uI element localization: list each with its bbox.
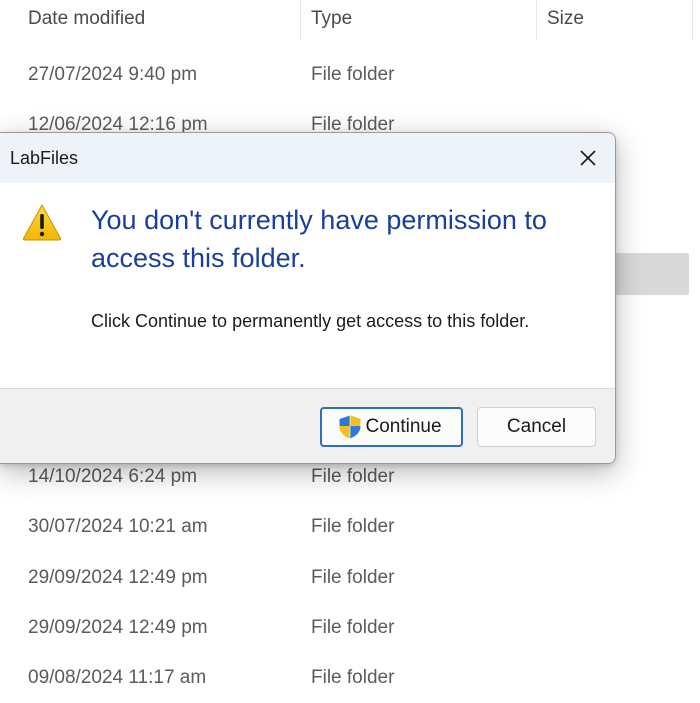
file-row[interactable]: 30/07/2024 10:21 am File folder	[0, 502, 700, 552]
dialog-title: LabFiles	[10, 148, 79, 168]
cancel-button-label: Cancel	[506, 416, 567, 437]
row-date-modified: 29/09/2024 12:49 pm	[28, 617, 208, 638]
column-separator	[692, 0, 693, 40]
file-row[interactable]: 29/09/2024 12:49 pm File folder	[0, 603, 700, 653]
continue-button-label: Continue	[365, 416, 442, 437]
permission-dialog: LabFiles You don't currently have permis…	[0, 132, 616, 464]
uac-shield-icon	[339, 415, 361, 439]
dialog-content: You don't currently have permission to a…	[0, 183, 615, 388]
row-date-modified: 30/07/2024 10:21 am	[28, 516, 208, 537]
close-icon	[580, 150, 596, 166]
warning-icon	[22, 203, 62, 241]
close-button[interactable]	[566, 138, 610, 178]
file-row[interactable]: 27/07/2024 9:40 pm File folder	[0, 50, 700, 100]
row-type: File folder	[311, 64, 395, 85]
row-type: File folder	[311, 667, 395, 688]
dialog-footer: Continue Cancel	[0, 388, 615, 463]
main-instruction: You don't currently have permission to a…	[91, 205, 547, 273]
column-header-bar: Date modified Type Size	[0, 0, 700, 40]
row-date-modified: 09/08/2024 11:17 am	[28, 667, 207, 688]
file-row[interactable]: 29/09/2024 12:49 pm File folder	[0, 553, 700, 603]
row-date-modified: 29/09/2024 12:49 pm	[28, 567, 208, 588]
row-type: File folder	[311, 617, 395, 638]
file-row[interactable]: 09/08/2024 11:17 am File folder	[0, 653, 700, 703]
dialog-titlebar[interactable]: LabFiles	[0, 133, 615, 183]
column-header-size[interactable]: Size	[536, 0, 692, 40]
continue-button[interactable]: Continue	[320, 407, 463, 447]
row-type: File folder	[311, 516, 395, 537]
column-header-type[interactable]: Type	[300, 0, 536, 40]
row-type: File folder	[311, 567, 395, 588]
cancel-button[interactable]: Cancel	[477, 407, 596, 447]
row-date-modified: 27/07/2024 9:40 pm	[28, 64, 198, 85]
content-text: Click Continue to permanently get access…	[91, 311, 530, 331]
column-header-date-modified[interactable]: Date modified	[18, 0, 300, 40]
row-selection-highlight	[610, 253, 689, 295]
